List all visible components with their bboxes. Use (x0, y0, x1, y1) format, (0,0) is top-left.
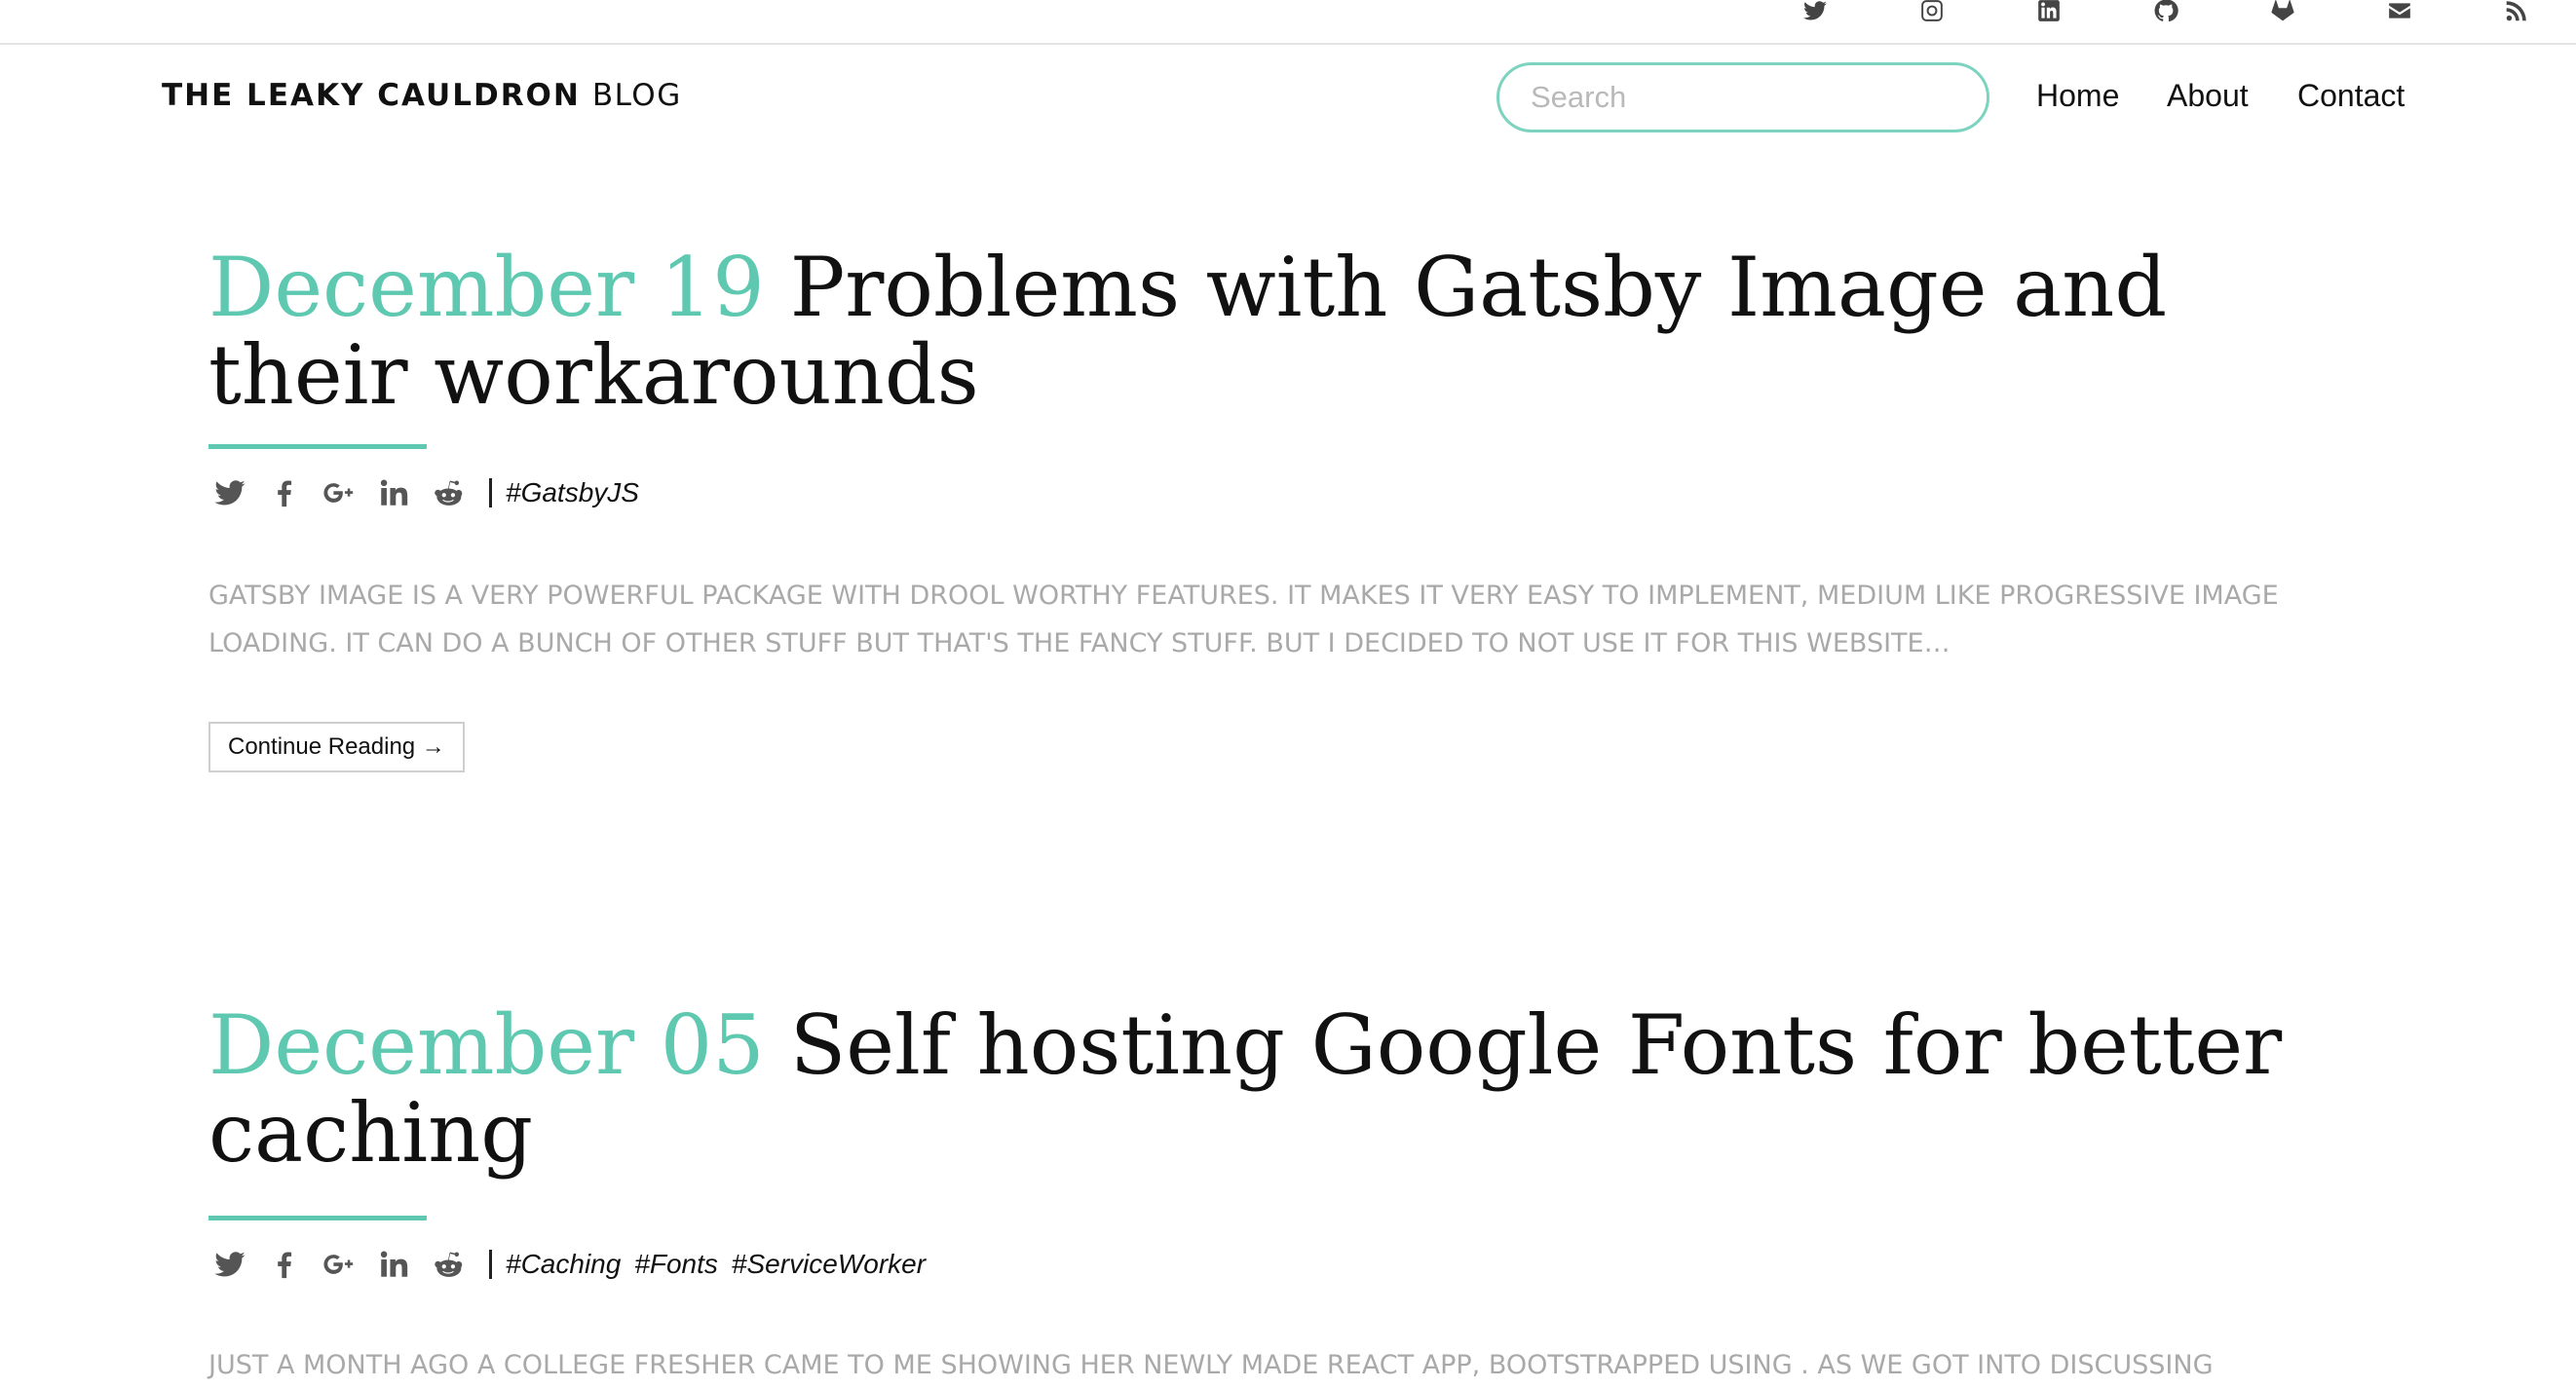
share-reddit-icon[interactable] (427, 471, 470, 514)
post-excerpt: GATSBY IMAGE IS A VERY POWERFUL PACKAGE … (208, 581, 2279, 658)
nav-about-link[interactable]: About (2167, 78, 2249, 114)
meta-divider (489, 478, 492, 507)
share-facebook-icon[interactable] (263, 1243, 306, 1286)
share-reddit-icon[interactable] (427, 1243, 470, 1286)
post-excerpt: JUST A MONTH AGO A COLLEGE FRESHER CAME … (208, 1350, 2214, 1380)
brand-name: THE LEAKY CAULDRON (162, 78, 581, 113)
site-brand[interactable]: THE LEAKY CAULDRON BLOG (162, 78, 682, 113)
post-meta: #GatsbyJS (208, 469, 2381, 517)
post-tag[interactable]: #Fonts (634, 1249, 718, 1280)
post-tag[interactable]: #GatsbyJS (506, 477, 639, 508)
post-date: December 19 (208, 240, 765, 335)
continue-reading-button[interactable]: Continue Reading → (208, 722, 465, 772)
post-card: December 05 Self hosting Google Fonts for… (208, 1001, 2381, 1389)
share-google-plus-icon[interactable] (318, 1243, 360, 1286)
nav-home-link[interactable]: Home (2036, 78, 2119, 114)
github-icon[interactable] (2151, 0, 2180, 25)
title-underline (208, 444, 427, 449)
gitlab-icon[interactable] (2268, 0, 2297, 25)
post-heading[interactable]: December 05 Self hosting Google Fonts for… (208, 1001, 2381, 1177)
nav-contact-link[interactable]: Contact (2297, 78, 2405, 114)
post-heading[interactable]: December 19 Problems with Gatsby Image an… (208, 244, 2381, 419)
share-twitter-icon[interactable] (208, 471, 251, 514)
brand-suffix: BLOG (591, 78, 682, 113)
post-date: December 05 (208, 997, 765, 1093)
title-underline (208, 1216, 427, 1220)
share-facebook-icon[interactable] (263, 471, 306, 514)
social-links-bar (0, 0, 2576, 45)
post-meta: #Caching #Fonts #ServiceWorker (208, 1240, 2381, 1289)
search-input[interactable] (1496, 62, 1989, 132)
instagram-icon[interactable] (1917, 0, 1947, 25)
meta-divider (489, 1250, 492, 1279)
share-linkedin-icon[interactable] (372, 1243, 415, 1286)
post-tag[interactable]: #Caching (506, 1249, 621, 1280)
twitter-icon[interactable] (1800, 0, 1830, 25)
linkedin-icon[interactable] (2034, 0, 2064, 25)
share-linkedin-icon[interactable] (372, 471, 415, 514)
post-card: December 19 Problems with Gatsby Image an… (208, 244, 2381, 772)
share-twitter-icon[interactable] (208, 1243, 251, 1286)
rss-icon[interactable] (2502, 0, 2531, 25)
share-google-plus-icon[interactable] (318, 471, 360, 514)
email-icon[interactable] (2385, 0, 2414, 25)
post-tag[interactable]: #ServiceWorker (732, 1249, 926, 1280)
